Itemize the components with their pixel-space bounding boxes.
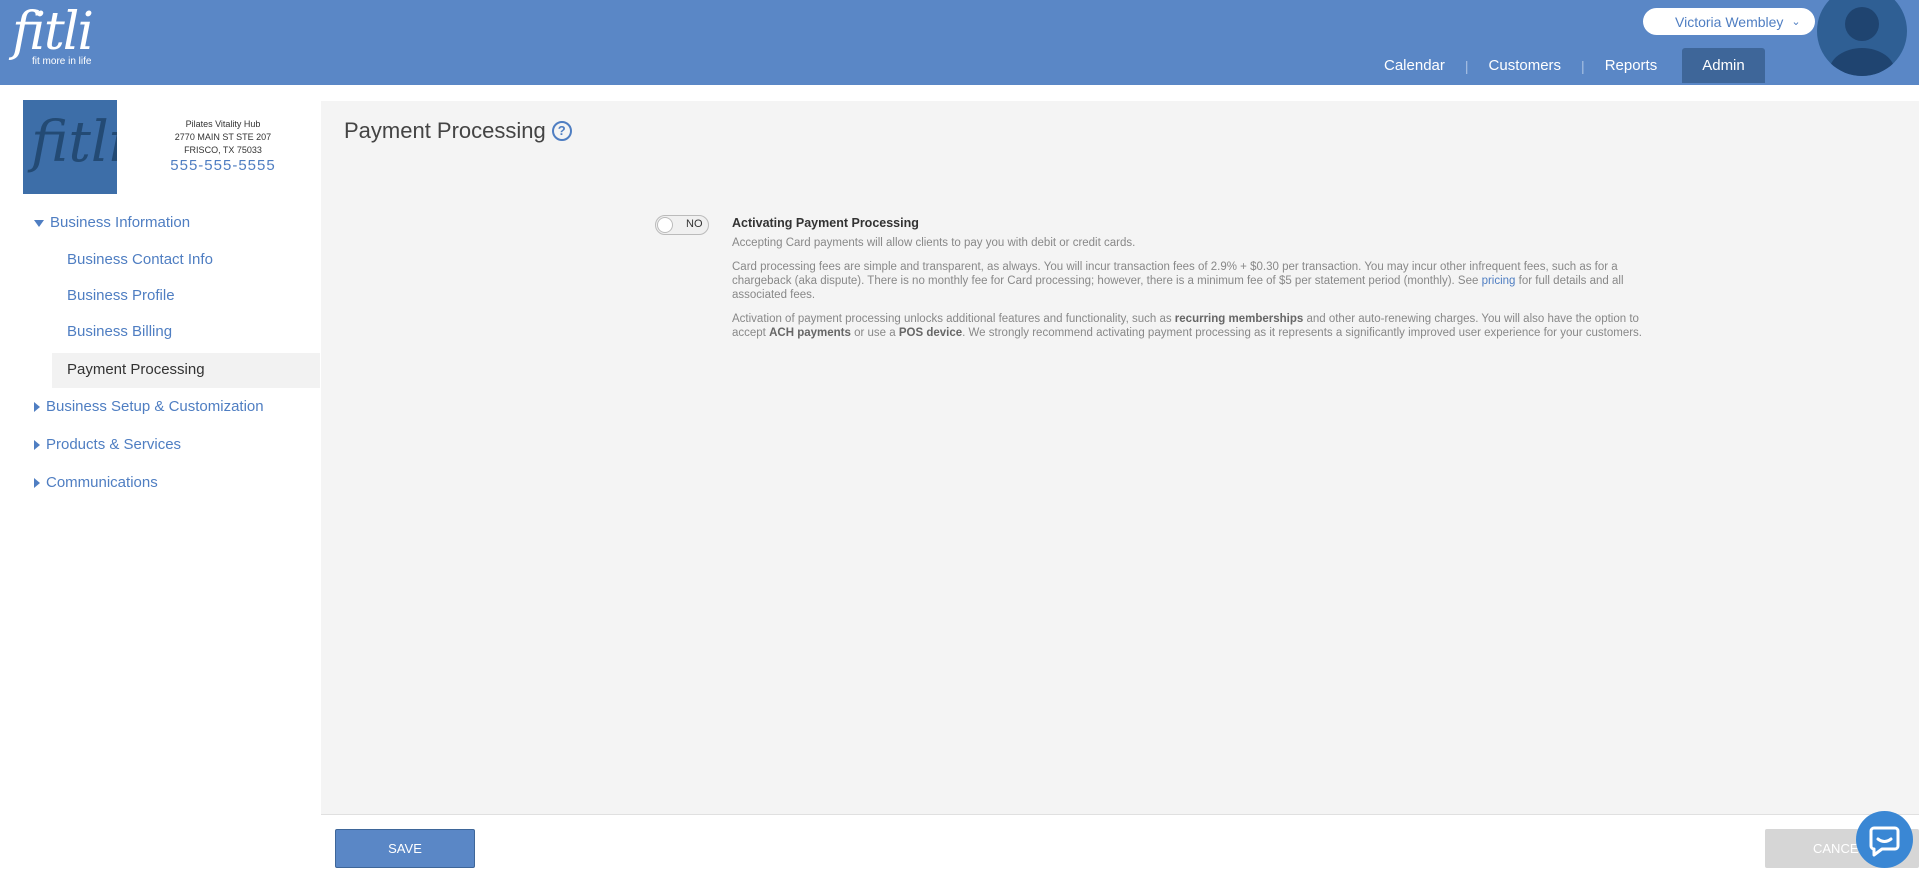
business-info: Pilates Vitality Hub 2770 MAIN ST STE 20… [150, 118, 296, 173]
description-paragraph-3: Activation of payment processing unlocks… [732, 312, 1644, 340]
sidebar-item-business-billing[interactable]: Business Billing [67, 323, 172, 340]
pricing-link[interactable]: pricing [1482, 275, 1516, 287]
user-name: Victoria Wembley [1675, 13, 1784, 30]
payment-processing-description: Activating Payment Processing Accepting … [732, 216, 1644, 350]
sidebar-section-products-services[interactable]: Products & Services [34, 436, 181, 453]
caret-right-icon [34, 478, 40, 489]
logo-wordmark: fitli [12, 2, 94, 62]
sidebar-section-label: Products & Services [46, 436, 182, 453]
fitli-logo[interactable]: fitli fit more in life [12, 2, 94, 67]
description-text: . We strongly recommend activating payme… [962, 327, 1643, 339]
description-paragraph-1: Accepting Card payments will allow clien… [732, 237, 1136, 249]
sidebar-item-payment-processing[interactable]: Payment Processing [52, 353, 320, 388]
top-bar: fitli fit more in life Victoria Wembley … [0, 0, 1919, 85]
business-name: Pilates Vitality Hub [185, 119, 261, 129]
user-menu[interactable]: Victoria Wembley ⌄ [1643, 8, 1815, 35]
nav-reports[interactable]: Reports [1585, 48, 1678, 83]
chat-bubble-icon [1869, 826, 1900, 857]
sidebar-section-label: Business Setup & Customization [46, 398, 264, 415]
toggle-knob [657, 217, 673, 233]
toggle-label: NO [686, 218, 703, 230]
sidebar-section-label: Business Information [50, 214, 191, 231]
main-nav: Calendar | Customers | Reports Admin [1364, 48, 1765, 83]
sidebar-item-business-contact-info[interactable]: Business Contact Info [67, 251, 213, 268]
sidebar-item-label: Payment Processing [67, 361, 205, 378]
description-heading: Activating Payment Processing [732, 216, 919, 230]
footer-bar [321, 814, 1919, 882]
help-icon[interactable]: ? [551, 121, 572, 141]
business-address-line1: 2770 MAIN ST STE 207 [174, 132, 272, 142]
save-button[interactable]: SAVE [335, 829, 475, 868]
nav-calendar[interactable]: Calendar [1364, 48, 1465, 83]
page-title: Payment Processing ? [344, 118, 572, 144]
pos-device-text: POS device [898, 327, 963, 339]
ach-payments-text: ACH payments [769, 327, 851, 339]
sidebar-section-business-setup[interactable]: Business Setup & Customization [34, 398, 264, 415]
business-address-line2: FRISCO, TX 75033 [184, 145, 262, 155]
business-phone[interactable]: 555-555-5555 [150, 158, 296, 173]
page-title-text: Payment Processing [344, 118, 546, 143]
sidebar-section-business-information[interactable]: Business Information [34, 214, 190, 231]
caret-right-icon [34, 440, 40, 451]
main-content [321, 101, 1919, 814]
user-silhouette-icon [1829, 7, 1895, 76]
description-text: Activation of payment processing unlocks… [732, 313, 1175, 325]
sidebar-section-communications[interactable]: Communications [34, 474, 158, 491]
logo-tagline: fit more in life [32, 56, 92, 67]
caret-down-icon [34, 219, 44, 227]
chevron-down-icon: ⌄ [1791, 16, 1801, 28]
chat-support-button[interactable] [1856, 811, 1913, 868]
business-logo: fitli [23, 100, 117, 194]
payment-processing-toggle[interactable]: NO [655, 215, 709, 235]
business-logo-wordmark: fitli [31, 110, 117, 175]
recurring-memberships-text: recurring memberships [1174, 313, 1304, 325]
sidebar-item-business-profile[interactable]: Business Profile [67, 287, 175, 304]
sidebar-section-label: Communications [46, 474, 158, 491]
avatar[interactable] [1817, 0, 1907, 76]
nav-admin[interactable]: Admin [1682, 48, 1765, 83]
description-paragraph-2: Card processing fees are simple and tran… [732, 260, 1644, 302]
nav-customers[interactable]: Customers [1469, 48, 1582, 83]
description-text: or use a [850, 327, 899, 339]
caret-right-icon [34, 402, 40, 413]
